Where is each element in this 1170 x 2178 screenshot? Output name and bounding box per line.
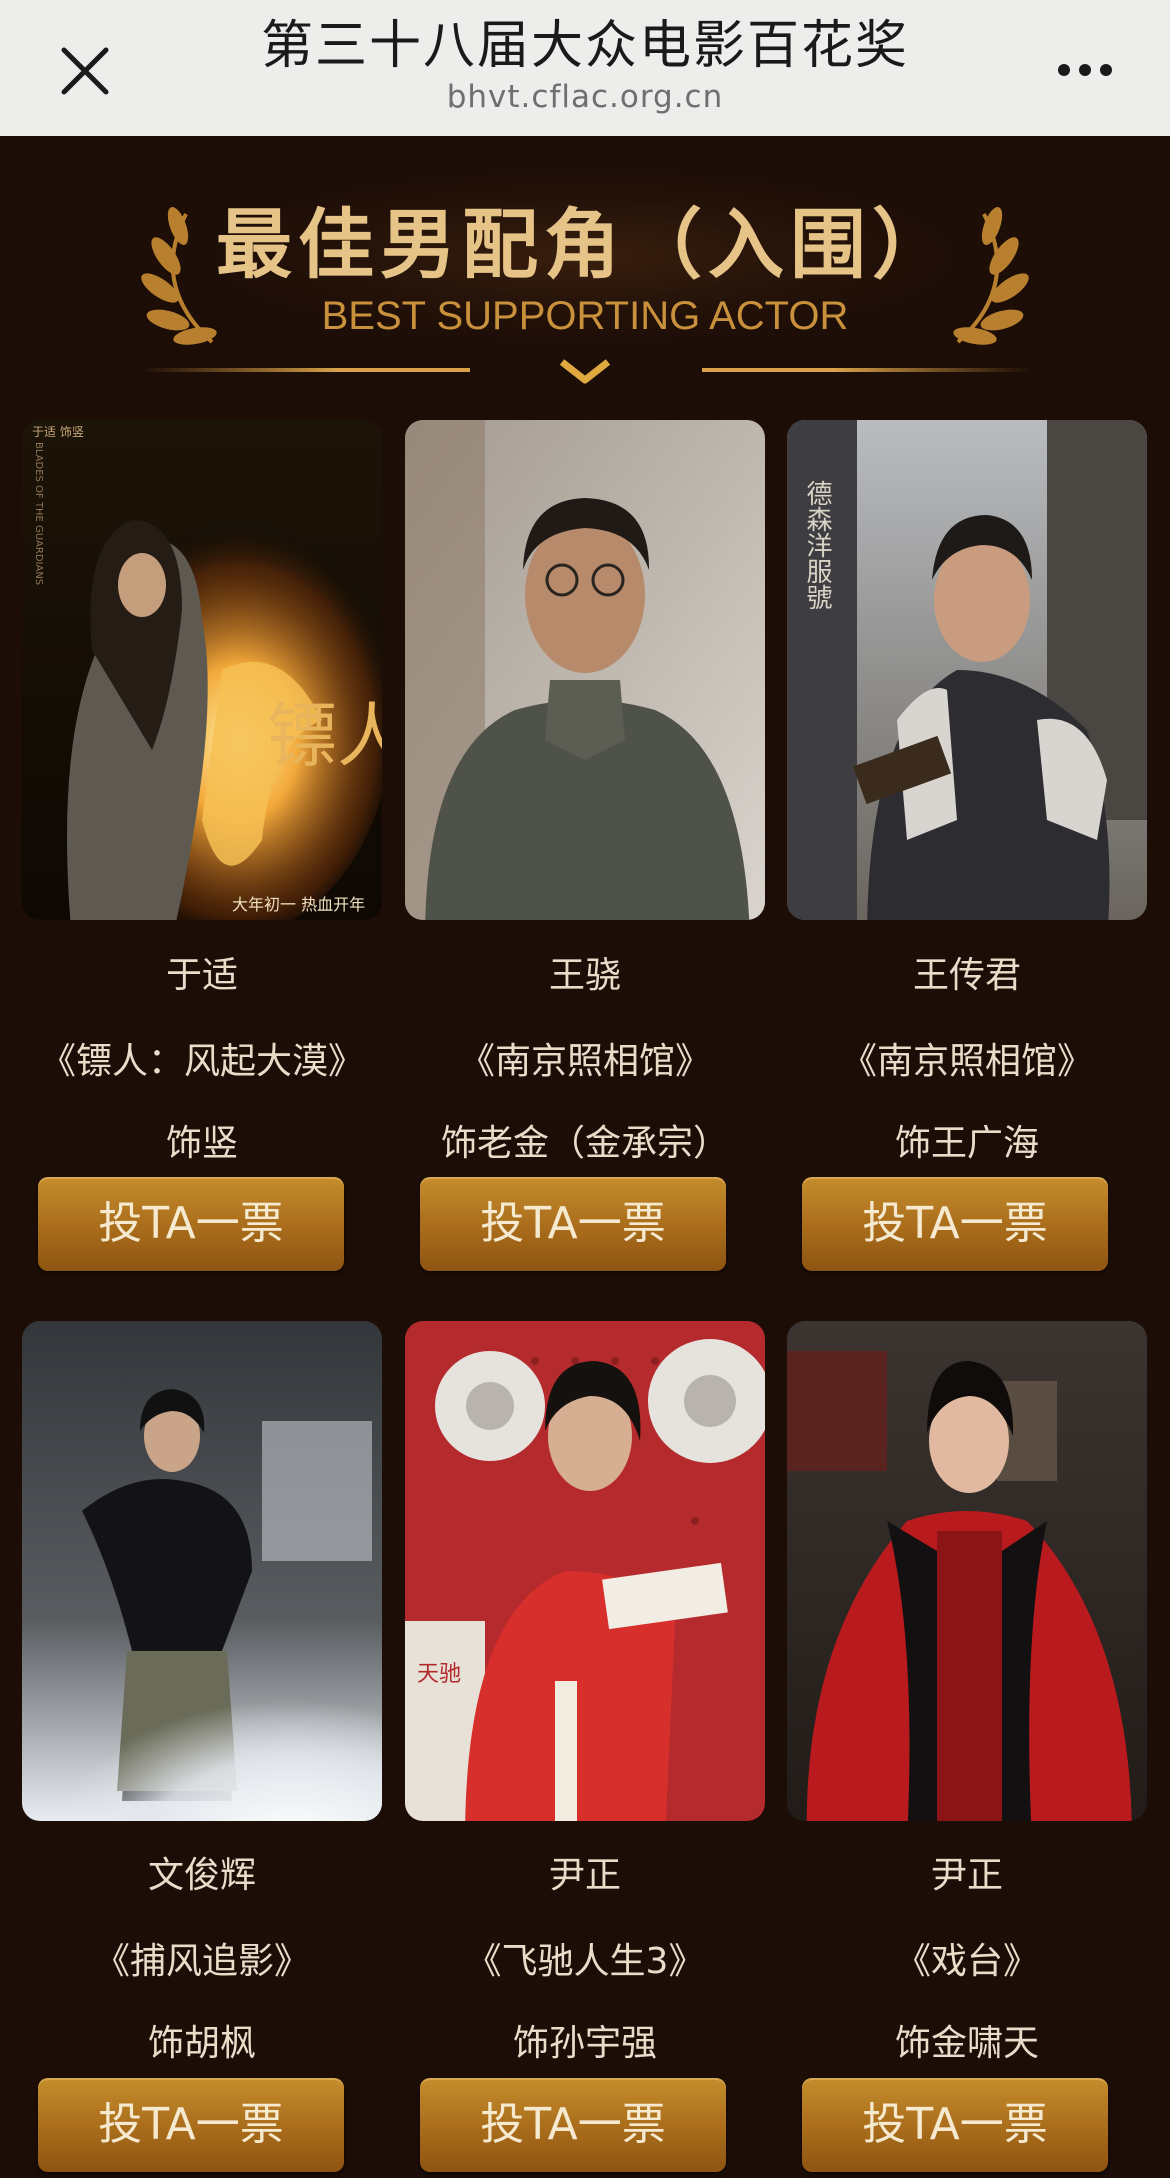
nominee-role: 饰胡枫 [147, 2023, 256, 2064]
nominee-photo [405, 420, 765, 920]
poster-credit-text: 于适 饰竖 [32, 425, 84, 439]
nominee-name: 于适 [165, 955, 238, 996]
more-horizontal-icon [1058, 64, 1112, 76]
vote-button[interactable]: 投TA一票 [802, 1177, 1108, 1271]
page-url: bhvt.cflac.org.cn [446, 79, 724, 115]
nominee-film: 《镖人：风起大漠》 [39, 1041, 364, 1082]
nominee-photo [22, 1321, 382, 1821]
vote-button[interactable]: 投TA一票 [38, 2078, 344, 2172]
nominee-film: 《戏台》 [894, 1941, 1039, 1982]
nominee-name: 文俊辉 [147, 1855, 256, 1896]
nominee-photo: 镖人 于适 饰竖 BLADES OF THE GUARDIANS 大年初一 热血… [22, 420, 382, 920]
nominee-role: 饰竖 [165, 1123, 238, 1164]
nominee-role: 饰王广海 [894, 1123, 1039, 1164]
banner-title: 最佳男配角（入围） [216, 200, 954, 289]
nominee-film: 《捕风追影》 [93, 1941, 310, 1982]
page-title: 第三十八届大众电影百花奖 [260, 16, 909, 76]
poster-subtitle-text: BLADES OF THE GUARDIANS [33, 442, 44, 585]
nominee-name: 王骁 [548, 955, 621, 996]
nominee-film: 《南京照相馆》 [840, 1041, 1093, 1082]
vote-button[interactable]: 投TA一票 [802, 2078, 1108, 2172]
nominee-photo: 天驰 [405, 1321, 765, 1821]
banner-subtitle: BEST SUPPORTING ACTOR [321, 294, 849, 338]
poster-text: 天驰 [417, 1662, 461, 1687]
poster-title-text: 镖人 [267, 695, 382, 777]
nominee-role: 饰金啸天 [894, 2023, 1039, 2064]
vote-button[interactable]: 投TA一票 [420, 2078, 726, 2172]
title-block: 第三十八届大众电影百花奖 bhvt.cflac.org.cn [160, 14, 1010, 116]
nominee-role: 饰老金（金承宗） [440, 1123, 729, 1164]
nominee-name: 尹正 [548, 1855, 621, 1896]
nominee-photo [787, 1321, 1147, 1821]
more-button[interactable] [1050, 40, 1120, 100]
close-button[interactable] [46, 32, 124, 110]
top-bar: 第三十八届大众电影百花奖 bhvt.cflac.org.cn [0, 0, 1170, 136]
nominee-film: 《南京照相馆》 [458, 1041, 711, 1082]
vote-button[interactable]: 投TA一票 [38, 1177, 344, 1271]
nominee-name: 尹正 [930, 1855, 1003, 1896]
nominee-role: 饰孙宇强 [512, 2023, 657, 2064]
poster-tagline-text: 大年初一 热血开年 [232, 895, 365, 914]
nominee-name: 王传君 [912, 955, 1021, 996]
nominee-photo: 德森洋服號 [787, 420, 1147, 920]
nominee-film: 《飞驰人生3》 [465, 1941, 705, 1982]
poster-sign-text: 德森洋服號 [802, 480, 832, 610]
category-banner: 最佳男配角（入围） BEST SUPPORTING ACTOR [0, 136, 1170, 400]
vote-button[interactable]: 投TA一票 [420, 1177, 726, 1271]
close-icon [61, 47, 109, 95]
